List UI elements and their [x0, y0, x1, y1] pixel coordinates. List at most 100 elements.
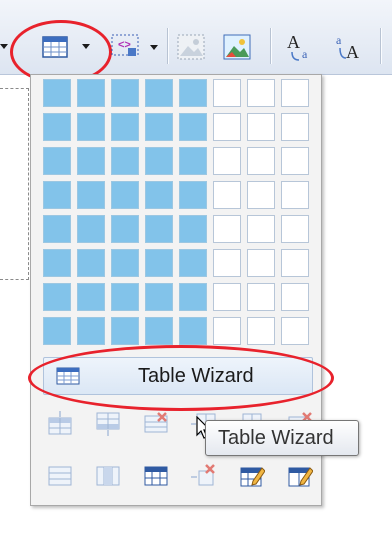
grid-cell[interactable] [111, 113, 139, 141]
table-tools-row-2 [45, 463, 315, 493]
grid-cell[interactable] [179, 215, 207, 243]
grid-cell[interactable] [145, 113, 173, 141]
grid-cell[interactable] [145, 79, 173, 107]
grid-cell[interactable] [213, 283, 241, 311]
grid-cell[interactable] [213, 113, 241, 141]
grid-cell[interactable] [77, 283, 105, 311]
grid-cell[interactable] [213, 317, 241, 345]
grid-cell[interactable] [247, 283, 275, 311]
grid-cell[interactable] [77, 79, 105, 107]
grid-cell[interactable] [77, 113, 105, 141]
previous-dropdown-arrow[interactable] [0, 44, 8, 49]
grid-cell[interactable] [179, 249, 207, 277]
svg-text:A: A [287, 32, 300, 52]
grid-cell[interactable] [77, 249, 105, 277]
grid-cell[interactable] [281, 283, 309, 311]
grid-cell[interactable] [179, 113, 207, 141]
grid-cell[interactable] [145, 249, 173, 277]
grid-cell[interactable] [145, 283, 173, 311]
document-page-edge [0, 88, 29, 280]
insert-row-above-icon[interactable] [47, 411, 73, 437]
anchor-frame-icon: <> [111, 34, 139, 56]
grid-cell[interactable] [213, 249, 241, 277]
table-wizard-tooltip: Table Wizard [205, 420, 359, 456]
delete-row-icon[interactable] [143, 411, 169, 437]
table-wizard-label: Table Wizard [138, 365, 254, 387]
image-button[interactable] [176, 32, 206, 62]
grid-cell[interactable] [111, 79, 139, 107]
table-header-icon[interactable] [143, 463, 169, 489]
grid-cell[interactable] [213, 181, 241, 209]
table-wizard-button[interactable]: Table Wizard [43, 357, 313, 395]
grid-cell[interactable] [179, 181, 207, 209]
anchor-frame-button[interactable]: <> [110, 32, 160, 62]
grid-cell[interactable] [43, 79, 71, 107]
grid-cell[interactable] [213, 79, 241, 107]
image-icon [177, 34, 205, 60]
toolbar: <> A a a A [0, 0, 392, 84]
picture-button[interactable] [222, 32, 252, 62]
grid-cell[interactable] [111, 147, 139, 175]
change-case-button[interactable]: a A [334, 30, 366, 64]
grid-cell[interactable] [111, 317, 139, 345]
delete-cell-icon[interactable] [191, 463, 217, 489]
insert-row-below-icon[interactable] [95, 411, 121, 437]
grid-cell[interactable] [281, 215, 309, 243]
table-dropdown-arrow[interactable] [82, 44, 90, 49]
anchor-frame-dropdown-arrow[interactable] [150, 45, 158, 50]
grid-cell[interactable] [145, 147, 173, 175]
grid-cell[interactable] [213, 147, 241, 175]
grid-cell[interactable] [111, 283, 139, 311]
grid-cell[interactable] [77, 215, 105, 243]
grid-cell[interactable] [43, 283, 71, 311]
table-button[interactable] [40, 34, 96, 60]
svg-text:a: a [302, 47, 308, 61]
character-style-icon: A a [287, 32, 308, 61]
grid-cell[interactable] [43, 181, 71, 209]
grid-cell[interactable] [281, 79, 309, 107]
grid-cell[interactable] [77, 317, 105, 345]
grid-cell[interactable] [247, 79, 275, 107]
grid-cell[interactable] [281, 249, 309, 277]
grid-cell[interactable] [247, 147, 275, 175]
grid-cell[interactable] [77, 181, 105, 209]
merge-column-icon[interactable] [95, 463, 121, 489]
split-cell-icon[interactable] [47, 463, 73, 489]
grid-cell[interactable] [247, 181, 275, 209]
grid-cell[interactable] [43, 317, 71, 345]
grid-cell[interactable] [247, 215, 275, 243]
grid-cell[interactable] [145, 317, 173, 345]
grid-cell[interactable] [281, 147, 309, 175]
grid-cell[interactable] [43, 113, 71, 141]
grid-cell[interactable] [111, 181, 139, 209]
grid-cell[interactable] [179, 147, 207, 175]
grid-cell[interactable] [77, 147, 105, 175]
grid-cell[interactable] [179, 283, 207, 311]
svg-text:A: A [346, 42, 359, 62]
svg-text:a: a [336, 33, 342, 47]
grid-cell[interactable] [43, 215, 71, 243]
grid-cell[interactable] [247, 113, 275, 141]
character-style-button[interactable]: A a [284, 30, 316, 64]
table-wizard-icon [56, 367, 80, 385]
grid-cell[interactable] [43, 249, 71, 277]
grid-cell[interactable] [111, 249, 139, 277]
edit-table-icon[interactable] [239, 463, 266, 489]
table-icon [42, 36, 68, 58]
grid-cell[interactable] [179, 317, 207, 345]
grid-cell[interactable] [247, 249, 275, 277]
grid-cell[interactable] [145, 181, 173, 209]
grid-cell[interactable] [145, 215, 173, 243]
grid-cell[interactable] [247, 317, 275, 345]
grid-cell[interactable] [281, 317, 309, 345]
tooltip-text: Table Wizard [218, 427, 334, 449]
change-case-icon: a A [336, 33, 359, 62]
edit-cell-icon[interactable] [287, 463, 314, 489]
grid-cell[interactable] [281, 113, 309, 141]
grid-cell[interactable] [213, 215, 241, 243]
picture-icon [223, 34, 251, 60]
grid-cell[interactable] [179, 79, 207, 107]
grid-cell[interactable] [111, 215, 139, 243]
grid-cell[interactable] [43, 147, 71, 175]
grid-cell[interactable] [281, 181, 309, 209]
